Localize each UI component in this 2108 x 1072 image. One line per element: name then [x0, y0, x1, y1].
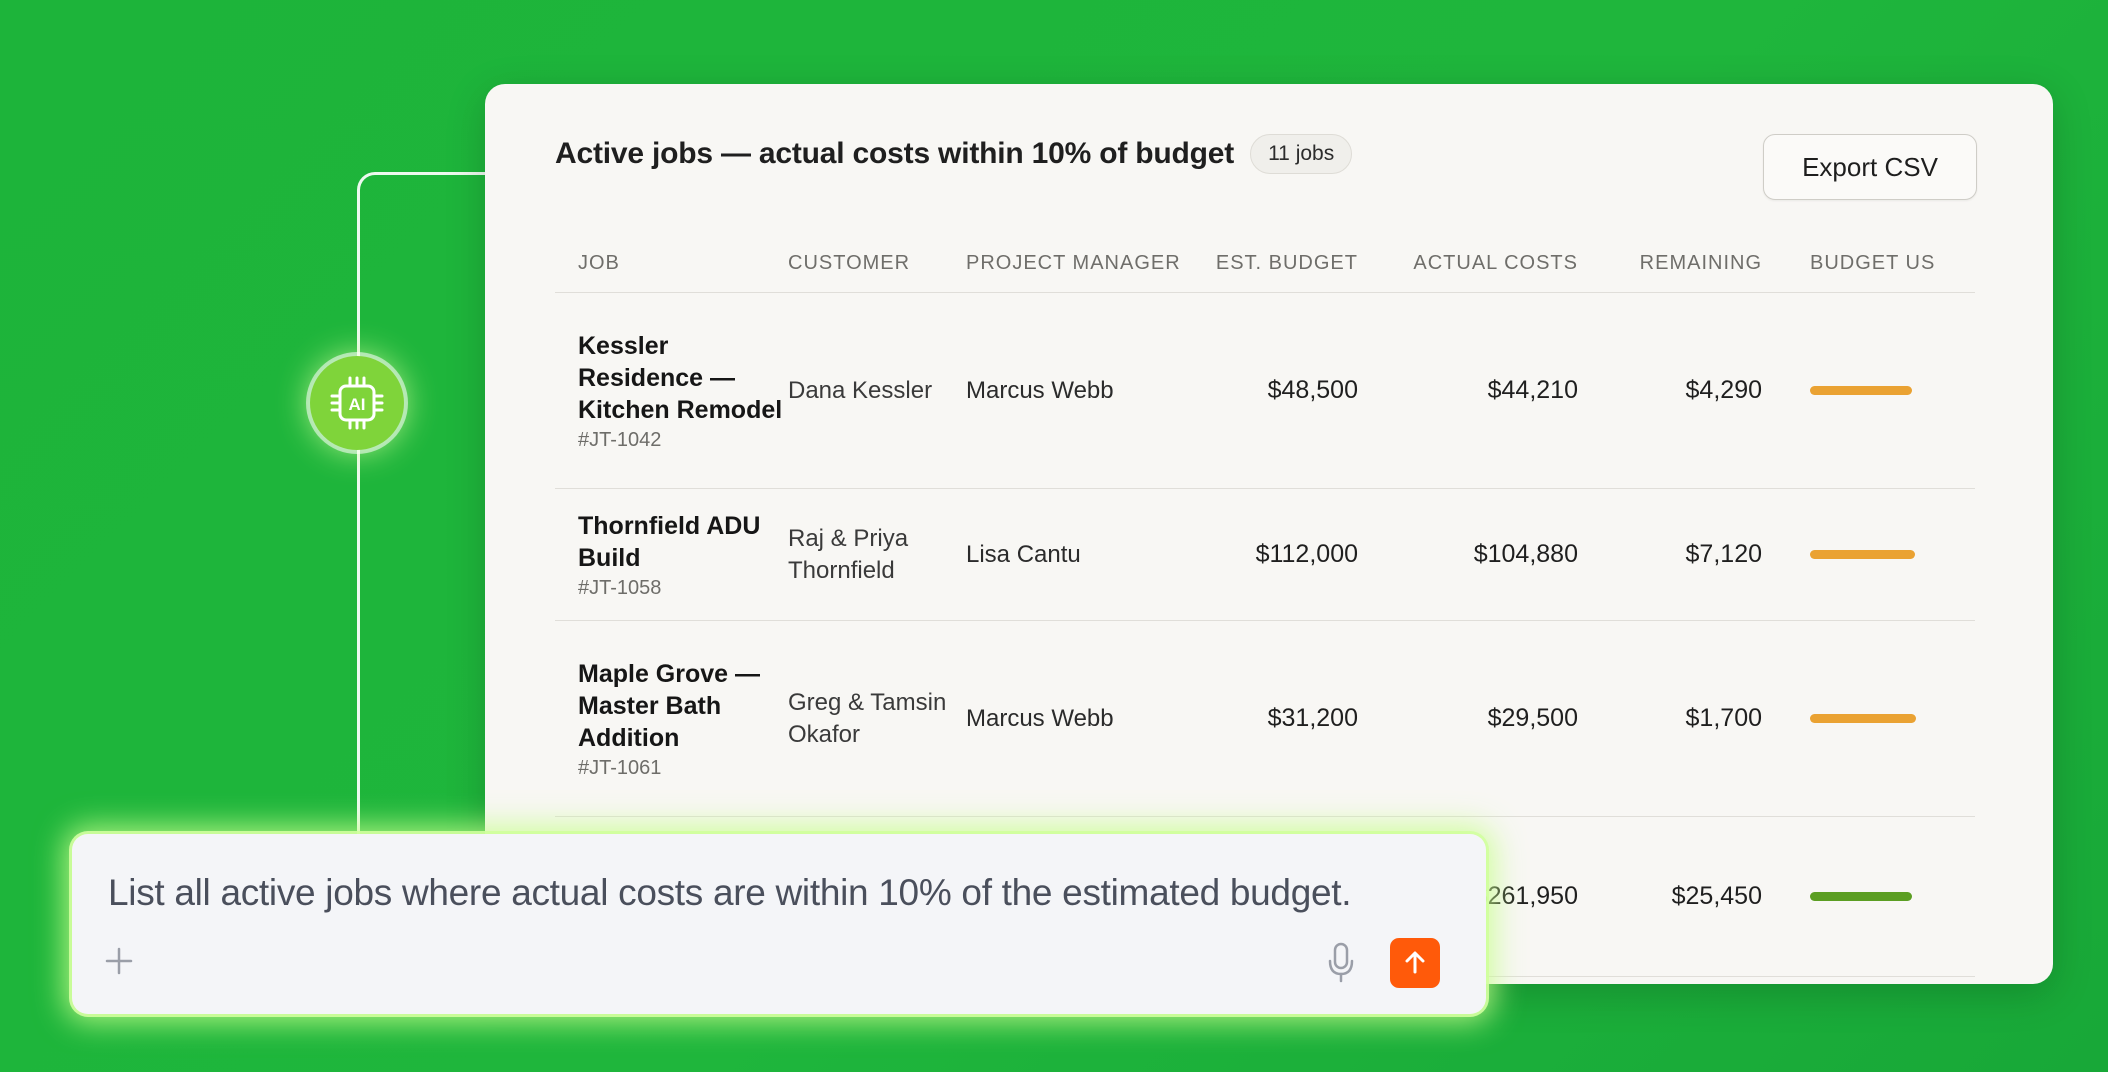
job-name: Kessler Residence — Kitchen Remodel — [578, 331, 783, 424]
table-row[interactable]: Thornfield ADU Build #JT-1058 Raj & Priy… — [555, 488, 1975, 621]
job-id: #JT-1058 — [578, 576, 662, 599]
arrow-up-icon — [1405, 951, 1425, 974]
chip-icon: AI — [330, 376, 384, 430]
project-manager: Marcus Webb — [966, 292, 1198, 489]
budget-usage-fill — [1810, 550, 1916, 559]
job-id: #JT-1061 — [578, 756, 662, 779]
send-button[interactable] — [1390, 938, 1440, 988]
column-header-project-manager[interactable]: PROJECT MANAGER — [966, 234, 1198, 293]
chat-prompt-box[interactable]: List all active jobs where actual costs … — [72, 834, 1486, 1014]
panel-title: Active jobs — actual costs within 10% of… — [555, 137, 1235, 170]
remaining: $1,700 — [1578, 620, 1762, 817]
est-budget: $48,500 — [1198, 292, 1358, 489]
microphone-icon[interactable] — [1326, 942, 1356, 984]
est-budget: $31,200 — [1198, 620, 1358, 817]
column-header-customer[interactable]: CUSTOMER — [788, 234, 966, 293]
budget-usage-fill — [1810, 892, 1912, 901]
export-csv-button[interactable]: Export CSV — [1763, 134, 1977, 200]
remaining: $25,450 — [1578, 816, 1762, 977]
customer-name: Dana Kessler — [788, 376, 933, 404]
remaining: $7,120 — [1578, 488, 1762, 621]
budget-usage-bar — [1810, 550, 1922, 559]
budget-usage-bar — [1810, 714, 1922, 723]
budget-usage-bar — [1810, 386, 1922, 395]
connector-line — [357, 172, 500, 855]
table-header-row: JOB CUSTOMER PROJECT MANAGER EST. BUDGET… — [555, 234, 1975, 293]
actual-costs: $104,880 — [1358, 488, 1578, 621]
table-row[interactable]: Kessler Residence — Kitchen Remodel #JT-… — [555, 292, 1975, 489]
column-header-budget-usage[interactable]: BUDGET US — [1762, 234, 1975, 293]
ai-chip-icon: AI — [310, 356, 404, 450]
budget-usage-bar — [1810, 892, 1922, 901]
prompt-input[interactable]: List all active jobs where actual costs … — [108, 872, 1352, 914]
customer-name: Greg & Tamsin Okafor — [788, 688, 947, 748]
job-name: Maple Grove — Master Bath Addition — [578, 659, 760, 752]
table-row[interactable]: Maple Grove — Master Bath Addition #JT-1… — [555, 620, 1975, 817]
est-budget: $112,000 — [1198, 488, 1358, 621]
panel-header: Active jobs — actual costs within 10% of… — [555, 134, 1353, 174]
job-count-badge: 11 jobs — [1250, 134, 1353, 174]
column-header-est-budget[interactable]: EST. BUDGET — [1198, 234, 1358, 293]
add-attachment-icon[interactable] — [104, 946, 134, 976]
actual-costs: $44,210 — [1358, 292, 1578, 489]
project-manager: Lisa Cantu — [966, 488, 1198, 621]
customer-name: Raj & Priya Thornfield — [788, 524, 909, 584]
job-name: Thornfield ADU Build — [578, 511, 761, 572]
column-header-remaining[interactable]: REMAINING — [1578, 234, 1762, 293]
budget-usage-fill — [1810, 386, 1912, 395]
ai-label: AI — [349, 395, 366, 414]
job-id: #JT-1042 — [578, 428, 662, 451]
actual-costs: $29,500 — [1358, 620, 1578, 817]
budget-usage-fill — [1810, 714, 1917, 723]
column-header-actual-costs[interactable]: ACTUAL COSTS — [1358, 234, 1578, 293]
project-manager: Marcus Webb — [966, 620, 1198, 817]
column-header-job[interactable]: JOB — [555, 234, 788, 293]
remaining: $4,290 — [1578, 292, 1762, 489]
